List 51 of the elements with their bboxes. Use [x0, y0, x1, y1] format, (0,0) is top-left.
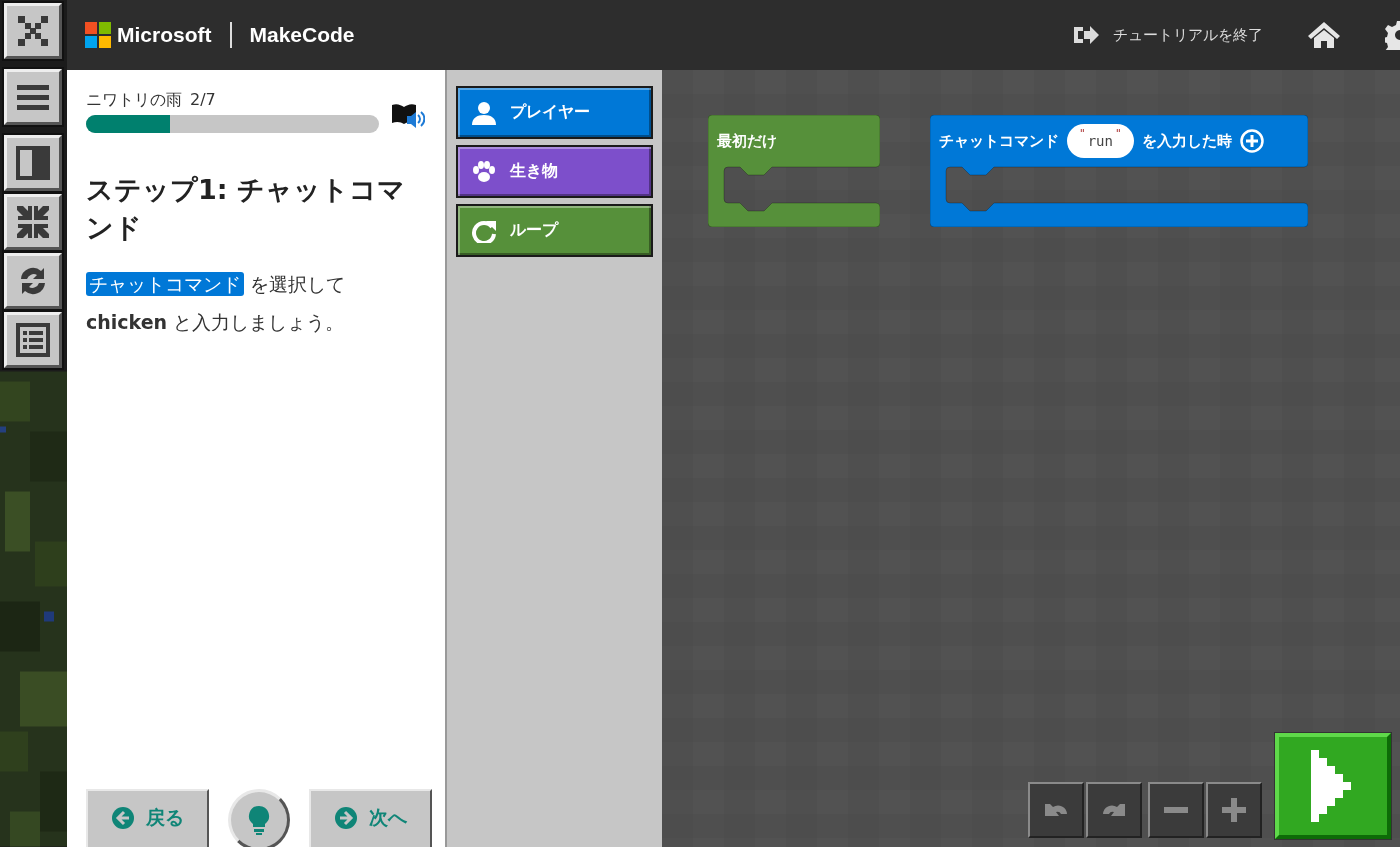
step-count: 2/7 — [190, 90, 216, 111]
undo-icon — [1045, 804, 1067, 816]
category-button[interactable]: ループ — [456, 204, 653, 257]
home-button[interactable] — [1307, 21, 1341, 49]
tool-button[interactable] — [4, 69, 62, 125]
zoom-in-button[interactable] — [1206, 782, 1262, 838]
exit-tutorial-button[interactable]: チュートリアルを終了 — [1072, 24, 1263, 46]
instruction-text: チャットコマンド を選択して chicken と入力しましょう。 — [86, 271, 347, 335]
next-button[interactable]: 次へ — [309, 789, 432, 847]
close-icon — [15, 13, 51, 49]
add-icon[interactable] — [1239, 129, 1264, 153]
block-link[interactable]: チャットコマンド — [86, 272, 244, 296]
product-name: MakeCode — [249, 23, 355, 47]
category-button[interactable]: 生き物 — [456, 145, 653, 198]
tool-button[interactable] — [4, 194, 62, 250]
tool-button[interactable] — [4, 3, 62, 59]
tool-button[interactable] — [4, 253, 62, 309]
minus-icon — [1164, 807, 1188, 813]
split-panel-icon — [15, 145, 51, 181]
back-button[interactable]: 戻る — [86, 789, 209, 847]
home-icon — [1307, 21, 1341, 49]
paw-icon — [472, 159, 496, 184]
logo-icon — [85, 22, 111, 48]
on-start-block[interactable]: 最初だけ — [708, 115, 880, 227]
brand-name: Microsoft — [117, 23, 212, 47]
block-label: チャットコマンド — [939, 131, 1059, 151]
hint-button[interactable] — [228, 789, 290, 847]
tool-button[interactable] — [4, 312, 62, 368]
collapse-icon — [15, 204, 51, 240]
person-icon — [472, 100, 496, 125]
loop-icon — [472, 218, 496, 243]
zoom-out-button[interactable] — [1148, 782, 1204, 838]
tool-button[interactable] — [4, 135, 62, 191]
redo-icon — [1103, 804, 1125, 816]
run-button[interactable] — [1275, 733, 1391, 839]
list-icon — [15, 322, 51, 358]
exit-icon — [1072, 24, 1100, 46]
redo-button[interactable] — [1086, 782, 1142, 838]
arrow-right-icon — [334, 807, 357, 829]
arrow-left-icon — [111, 807, 134, 829]
lightbulb-icon — [248, 805, 270, 835]
tutorial-title: ニワトリの雨 — [86, 90, 182, 111]
block-label: を入力した時 — [1141, 131, 1232, 151]
step-heading: ステップ1: チャットコマンド — [86, 173, 406, 245]
category-button[interactable]: プレイヤー — [456, 86, 653, 139]
plus-icon — [1222, 798, 1246, 822]
text-field[interactable]: "run" — [1067, 124, 1134, 158]
block-label: 最初だけ — [717, 131, 777, 151]
undo-button[interactable] — [1028, 782, 1084, 838]
read-aloud-icon[interactable] — [391, 103, 425, 131]
chat-command-block[interactable]: チャットコマンド "run" を入力した時 — [930, 115, 1308, 227]
